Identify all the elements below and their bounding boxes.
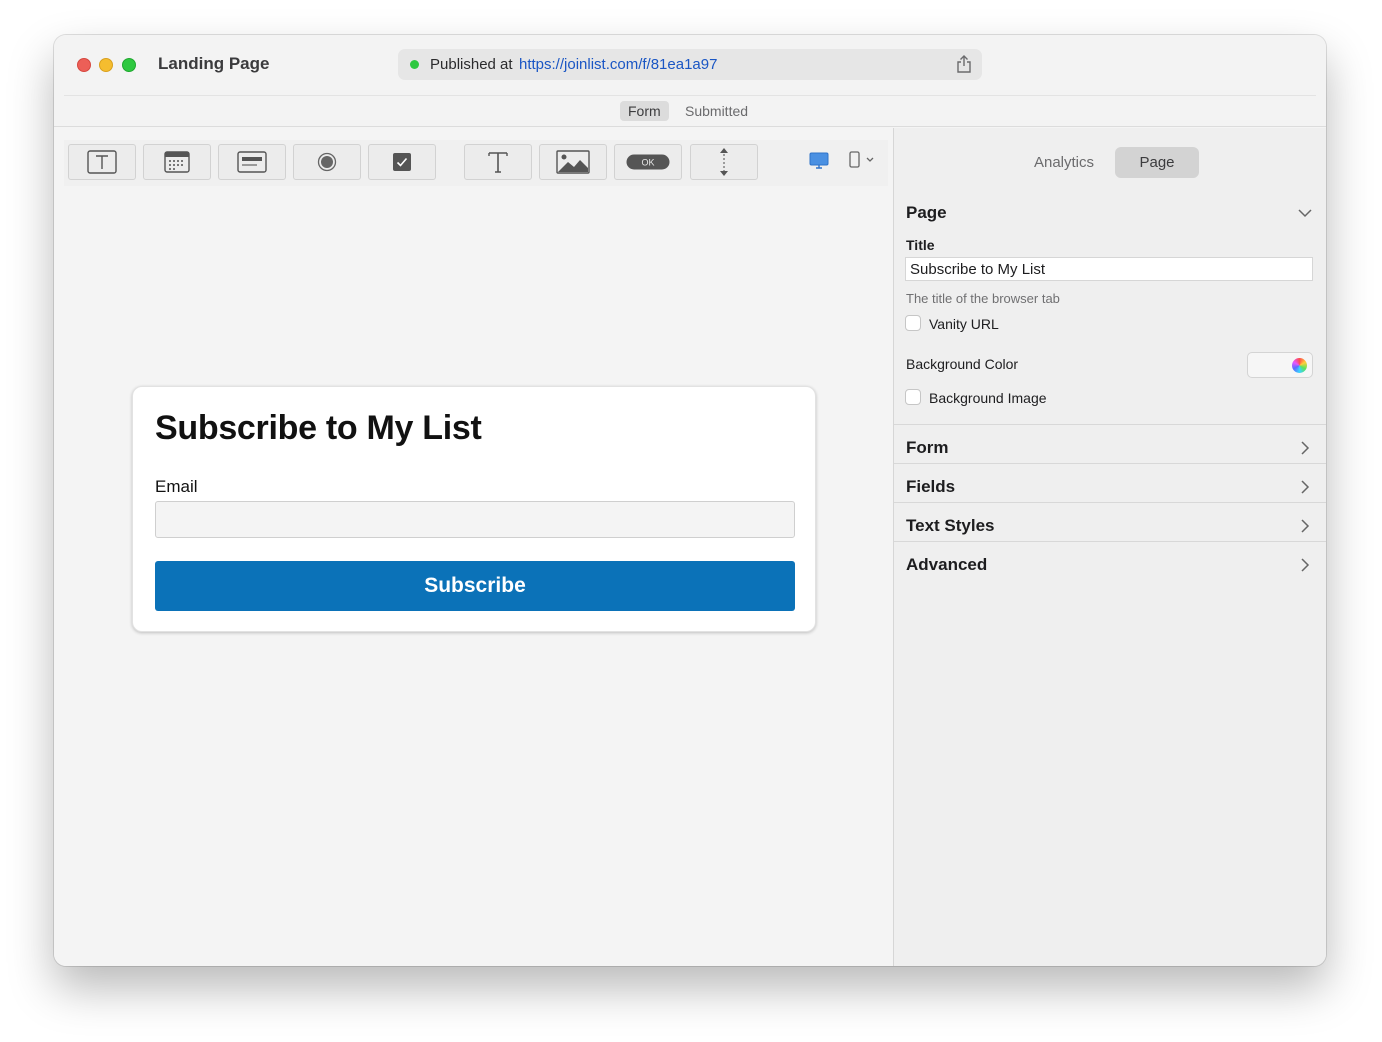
color-wheel-icon[interactable] bbox=[1292, 358, 1307, 373]
background-image-label: Background Image bbox=[929, 390, 1047, 406]
published-url-link[interactable]: https://joinlist.com/f/81ea1a97 bbox=[519, 56, 717, 73]
close-window-button[interactable] bbox=[77, 58, 91, 72]
add-dropdown-field-button[interactable] bbox=[218, 144, 286, 180]
page-title-input[interactable]: Subscribe to My List bbox=[905, 257, 1313, 281]
text-styles-section-heading[interactable]: Text Styles bbox=[906, 516, 995, 536]
add-image-button[interactable] bbox=[539, 144, 607, 180]
add-spacer-button[interactable] bbox=[690, 144, 758, 180]
form-section-heading[interactable]: Form bbox=[906, 438, 949, 458]
text-field-icon bbox=[87, 150, 117, 174]
vanity-url-label: Vanity URL bbox=[929, 316, 999, 332]
advanced-section-heading[interactable]: Advanced bbox=[906, 555, 987, 575]
text-block-icon bbox=[488, 152, 508, 173]
app-window: Landing Page Published at https://joinli… bbox=[54, 35, 1326, 966]
share-icon[interactable] bbox=[956, 55, 972, 73]
zoom-window-button[interactable] bbox=[122, 58, 136, 72]
button-icon: OK bbox=[626, 154, 670, 170]
background-image-checkbox[interactable] bbox=[905, 389, 921, 405]
email-input[interactable] bbox=[155, 501, 795, 538]
section-divider bbox=[894, 424, 1326, 425]
page-section-heading[interactable]: Page bbox=[906, 203, 947, 223]
tab-analytics[interactable]: Analytics bbox=[1019, 147, 1109, 178]
fields-section-heading[interactable]: Fields bbox=[906, 477, 955, 497]
background-color-label: Background Color bbox=[906, 356, 1019, 372]
mode-submitted-tab[interactable]: Submitted bbox=[677, 101, 756, 121]
date-field-icon bbox=[164, 151, 190, 173]
dropdown-field-icon bbox=[237, 151, 267, 173]
published-status-icon bbox=[410, 60, 419, 69]
add-button-button[interactable]: OK bbox=[614, 144, 682, 180]
chevron-right-icon[interactable] bbox=[1298, 441, 1312, 455]
button-tool-label: OK bbox=[641, 158, 654, 168]
add-text-field-button[interactable] bbox=[68, 144, 136, 180]
image-icon bbox=[556, 150, 590, 174]
mobile-preview-icon[interactable] bbox=[846, 149, 876, 171]
window-title: Landing Page bbox=[158, 54, 270, 73]
minimize-window-button[interactable] bbox=[99, 58, 113, 72]
background-color-well[interactable] bbox=[1247, 352, 1313, 378]
chevron-right-icon[interactable] bbox=[1298, 480, 1312, 494]
field-toolbar: OK bbox=[64, 140, 888, 186]
title-help-text: The title of the browser tab bbox=[906, 291, 1060, 306]
vanity-url-checkbox[interactable] bbox=[905, 315, 921, 331]
add-text-block-button[interactable] bbox=[464, 144, 532, 180]
title-bar: Landing Page Published at https://joinli… bbox=[54, 35, 1326, 127]
published-url-bar: Published at https://joinlist.com/f/81ea… bbox=[398, 49, 982, 80]
radio-button-icon bbox=[317, 152, 337, 172]
add-radio-button[interactable] bbox=[293, 144, 361, 180]
spacer-icon bbox=[720, 148, 728, 176]
form-editor: OK Subscribe to My List Email Subscribe bbox=[54, 128, 893, 966]
email-label: Email bbox=[155, 477, 198, 496]
section-divider bbox=[894, 463, 1326, 464]
mode-form-tab[interactable]: Form bbox=[620, 101, 669, 121]
subscribe-button[interactable]: Subscribe bbox=[155, 561, 795, 611]
chevron-right-icon[interactable] bbox=[1298, 558, 1312, 572]
checkbox-icon bbox=[393, 153, 411, 171]
title-bar-divider bbox=[64, 95, 1316, 96]
form-title: Subscribe to My List bbox=[155, 409, 482, 447]
chevron-down-icon[interactable] bbox=[1298, 206, 1312, 220]
chevron-right-icon[interactable] bbox=[1298, 519, 1312, 533]
add-date-field-button[interactable] bbox=[143, 144, 211, 180]
published-label: Published at bbox=[430, 56, 513, 73]
form-preview-card: Subscribe to My List Email Subscribe bbox=[132, 386, 816, 632]
inspector-panel: Analytics Page Page Title Subscribe to M… bbox=[893, 128, 1326, 966]
title-label: Title bbox=[906, 237, 935, 253]
tab-page[interactable]: Page bbox=[1115, 147, 1199, 178]
section-divider bbox=[894, 541, 1326, 542]
section-divider bbox=[894, 502, 1326, 503]
add-checkbox-button[interactable] bbox=[368, 144, 436, 180]
desktop-preview-icon[interactable] bbox=[808, 149, 830, 171]
